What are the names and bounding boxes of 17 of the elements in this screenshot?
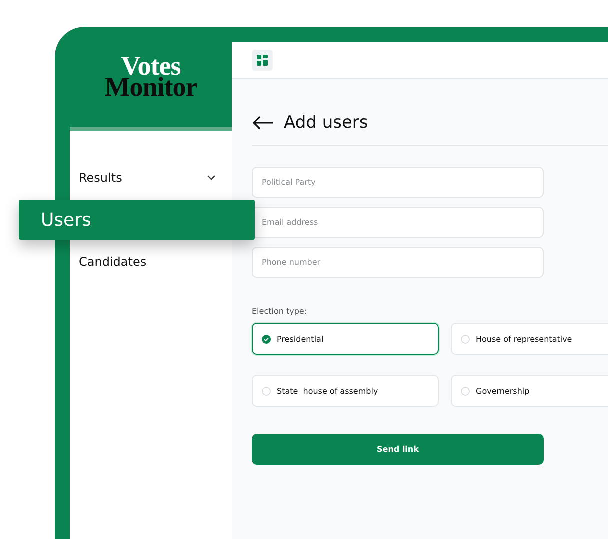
input-field[interactable]: Email address [252,207,544,238]
dashboard-icon[interactable] [252,50,273,70]
field-label: Election type: [252,307,308,316]
input-field[interactable]: Phone number [252,247,544,278]
radio-option[interactable]: Governership [451,375,608,407]
sidebar-item[interactable]: Users [19,200,255,240]
page-title: Add users [284,113,368,133]
radio-option[interactable]: House of representative [451,323,608,355]
logo-text: Monitor [104,77,198,98]
send-link-button[interactable]: Send link [252,434,544,465]
sidebar-item[interactable]: Results [70,157,232,199]
radio-option[interactable]: Presidential [252,323,439,355]
input-field[interactable]: Political Party [252,167,544,198]
radio-option[interactable]: State house of assembly [252,375,439,407]
sidebar-item[interactable]: Candidates [70,241,232,283]
back-arrow-icon[interactable] [252,116,274,130]
logo-text: Votes [121,56,181,77]
